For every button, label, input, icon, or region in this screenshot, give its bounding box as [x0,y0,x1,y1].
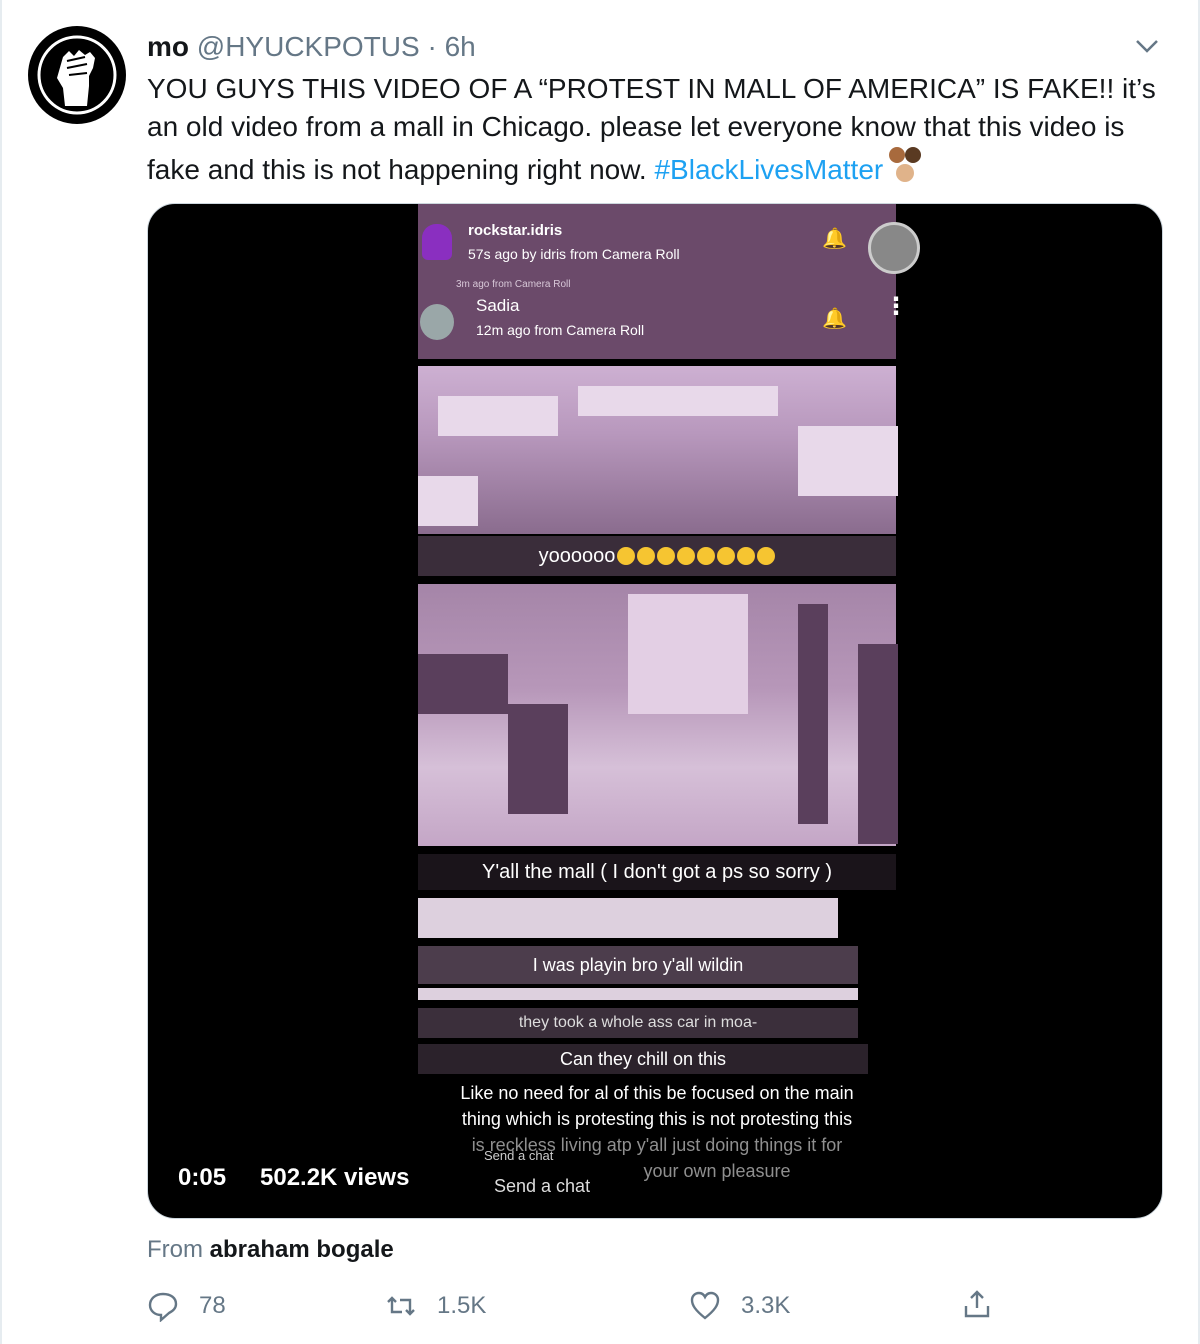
author-handle[interactable]: @HYUCKPOTUS [197,31,420,62]
attribution-source-link[interactable]: abraham bogale [210,1236,394,1263]
tweet-card: mo @HYUCKPOTUS · 6h YOU GUYS THIS VIDEO … [0,0,1200,1344]
video-timecode: 0:05 [178,1164,227,1191]
snap-avatar-icon [420,304,454,340]
snap-chat-small: Send a chat [484,1148,554,1163]
video-still-2 [418,584,898,846]
heart-icon [690,1291,720,1320]
snap-top-user: rockstar.idris [468,222,563,239]
like-button[interactable]: 3.3K [689,1288,790,1324]
tweet-time[interactable]: 6h [445,31,476,62]
snap-caption: they took a whole ass car in moa- [418,1008,858,1038]
reply-icon [148,1292,178,1322]
bell-icon: 🔔 [822,308,847,330]
snap-user: Sadia [476,296,520,315]
retweet-button[interactable]: 1.5K [385,1288,486,1324]
share-button[interactable] [961,1288,1013,1320]
snap-caption-text: Y'all the mall ( I don't got a ps so sor… [482,860,832,883]
raised-fist-icon [37,35,117,115]
hashtag-link[interactable]: #BlackLivesMatter [654,154,883,185]
snap-caption: Can they chill on this [418,1044,868,1074]
snap-top-sub: 57s ago by idris from Camera Roll [468,246,680,262]
separator-dot: · [427,31,437,62]
snap-caption-text: I was playin bro y'all wildin [532,954,744,975]
video-views: 502.2K views [260,1164,410,1191]
snap-caption-line: Like no need for al of this be focused o… [460,1083,854,1103]
video-attribution: From abraham bogale [147,1236,394,1264]
author-name[interactable]: mo [147,31,189,62]
snap-chat-bar: Send a chat Send a chat [418,1148,896,1196]
raised-fists-emoji-icon [885,145,925,195]
tweet-body: YOU GUYS THIS VIDEO OF A “PROTEST IN MAL… [147,73,1156,185]
attribution-prefix: From [147,1236,210,1263]
snap-caption-text: yoooooo [538,544,616,567]
share-icon [964,1290,990,1318]
snap-caption: Y'all the mall ( I don't got a ps so sor… [418,854,896,890]
snap-blank-bar [418,898,838,938]
snap-ghost-icon [422,224,452,260]
tweet-text: YOU GUYS THIS VIDEO OF A “PROTEST IN MAL… [147,70,1177,195]
snap-caption-text: Can they chill on this [559,1048,727,1069]
snap-blank-bar [418,988,858,1000]
snap-caption: I was playin bro y'all wildin [418,946,858,984]
more-dots-icon: ⋮ [884,293,908,320]
bell-icon: 🔔 [822,228,847,250]
tweet-header: mo @HYUCKPOTUS · 6h [147,30,476,64]
snap-clipped-line: 3m ago from Camera Roll [456,279,571,290]
snap-user-time: 12m ago from Camera Roll [476,322,645,338]
snap-caption-text: they took a whole ass car in moa- [518,1014,758,1031]
reply-count: 78 [199,1292,226,1319]
like-count: 3.3K [741,1292,791,1319]
record-button-icon [868,222,920,274]
video-still-1 [418,366,898,534]
snap-header: rockstar.idris 57s ago by idris from Cam… [418,204,908,359]
video-player[interactable]: rockstar.idris 57s ago by idris from Cam… [147,203,1163,1219]
video-frame: rockstar.idris 57s ago by idris from Cam… [418,204,920,1218]
retweet-count: 1.5K [437,1292,487,1319]
tweet-actions: 78 1.5K 3.3K [147,1288,1027,1328]
reply-button[interactable]: 78 [147,1288,226,1324]
snap-chat: Send a chat [494,1176,591,1196]
retweet-icon [387,1296,415,1316]
snap-caption: yoooooo [418,536,896,576]
snap-caption-line: thing which is protesting this is not pr… [461,1109,853,1129]
avatar[interactable] [28,26,126,124]
chevron-down-icon[interactable] [1132,34,1162,58]
